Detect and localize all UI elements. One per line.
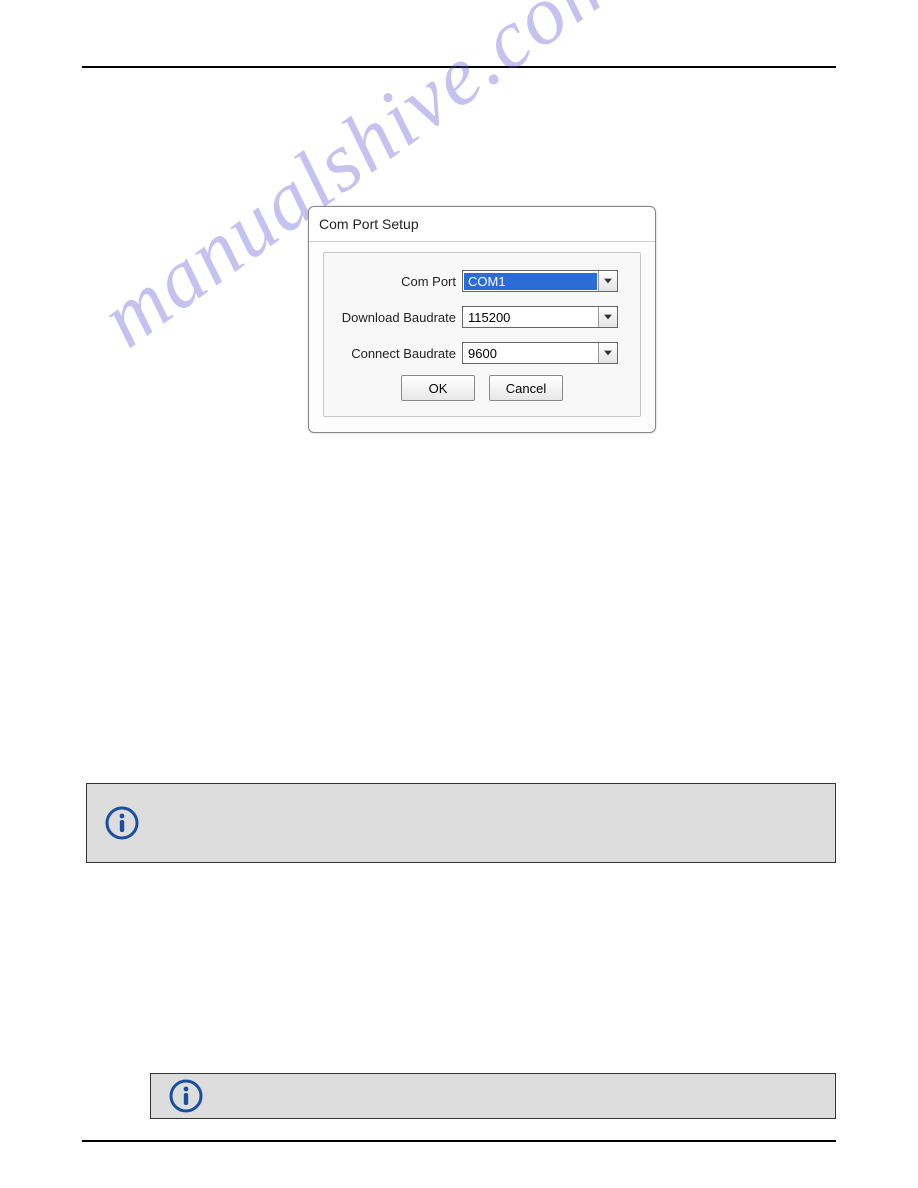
download-baudrate-label: Download Baudrate <box>334 310 462 325</box>
chevron-down-icon[interactable] <box>598 343 617 363</box>
chevron-down-icon[interactable] <box>598 271 617 291</box>
info-callout-1 <box>86 783 836 863</box>
com-port-value: COM1 <box>464 273 597 290</box>
dialog-titlebar[interactable]: Com Port Setup <box>309 207 655 242</box>
connect-baudrate-value: 9600 <box>463 346 598 361</box>
ok-button[interactable]: OK <box>401 375 475 401</box>
dialog-button-row: OK Cancel <box>324 375 640 401</box>
chevron-down-icon[interactable] <box>598 307 617 327</box>
info-callout-2 <box>150 1073 836 1119</box>
dialog-body: Com Port COM1 Download Baudrate 115200 C… <box>323 252 641 417</box>
download-baudrate-combo[interactable]: 115200 <box>462 306 618 328</box>
connect-baudrate-label: Connect Baudrate <box>334 346 462 361</box>
cancel-button[interactable]: Cancel <box>489 375 563 401</box>
connect-baudrate-row: Connect Baudrate 9600 <box>334 341 630 365</box>
com-port-row: Com Port COM1 <box>334 269 630 293</box>
dialog-title: Com Port Setup <box>319 216 419 232</box>
horizontal-rule-bottom <box>82 1140 836 1142</box>
com-port-combo[interactable]: COM1 <box>462 270 618 292</box>
info-icon <box>105 806 139 840</box>
com-port-label: Com Port <box>334 274 462 289</box>
horizontal-rule-top <box>82 66 836 68</box>
connect-baudrate-combo[interactable]: 9600 <box>462 342 618 364</box>
info-icon <box>169 1079 203 1113</box>
com-port-setup-dialog: Com Port Setup Com Port COM1 Download Ba… <box>308 206 656 433</box>
download-baudrate-row: Download Baudrate 115200 <box>334 305 630 329</box>
download-baudrate-value: 115200 <box>463 310 598 325</box>
